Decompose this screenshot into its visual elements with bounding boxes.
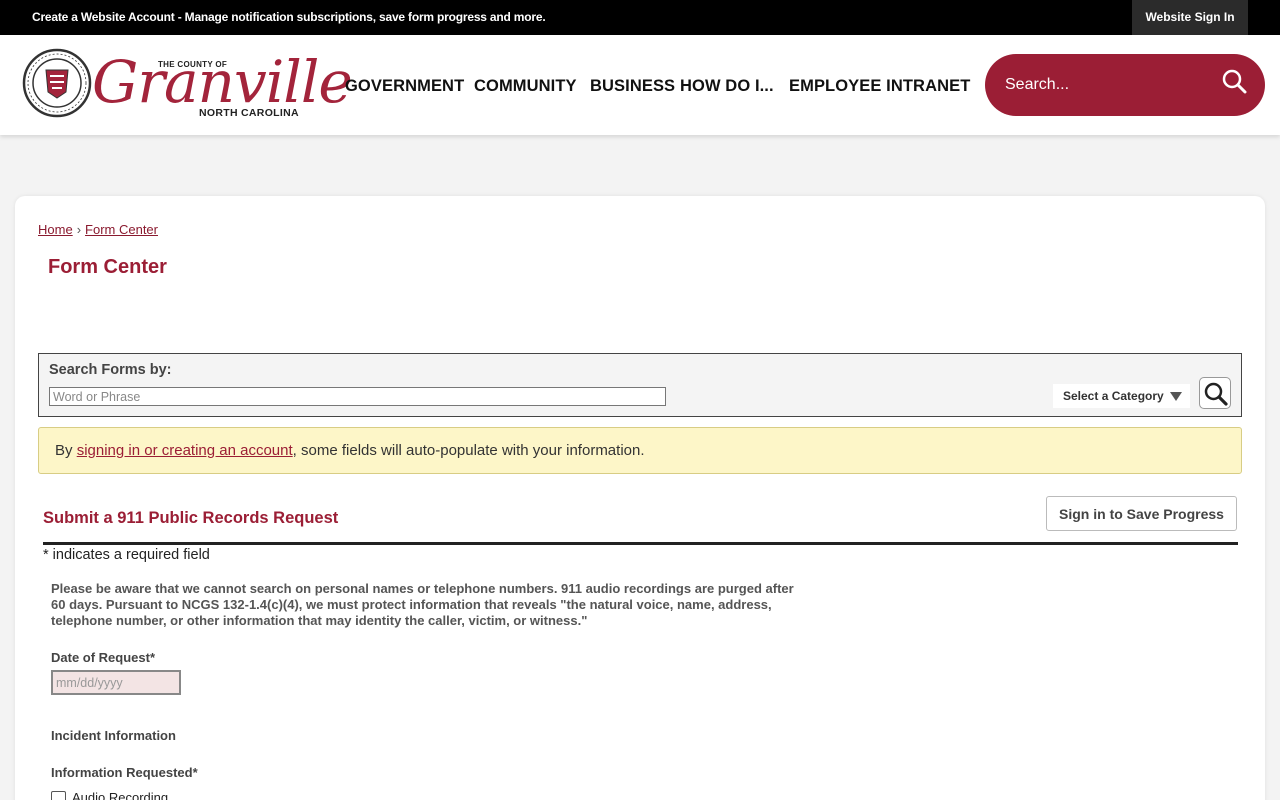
search-forms-button[interactable] (1199, 377, 1231, 409)
search-forms-label: Search Forms by: (49, 362, 172, 378)
search-icon (1204, 382, 1228, 406)
nav-community[interactable]: COMMUNITY (474, 77, 577, 96)
sign-in-notice: By signing in or creating an account, so… (38, 427, 1242, 474)
nav-government[interactable]: GOVERNMENT (345, 77, 464, 96)
save-progress-button[interactable]: Sign in to Save Progress (1046, 496, 1237, 531)
form-description: Please be aware that we cannot search on… (51, 581, 794, 628)
information-requested-label: Information Requested* (51, 765, 198, 780)
site-search (985, 54, 1265, 116)
notice-prefix: By (55, 442, 77, 459)
website-sign-in-button[interactable]: Website Sign In (1132, 0, 1248, 35)
breadcrumb: Home › Form Center (38, 222, 158, 237)
audio-recording-label: Audio Recording (72, 790, 169, 800)
search-forms-input[interactable] (49, 387, 666, 406)
incident-information-heading: Incident Information (51, 728, 176, 743)
account-message-text: - Manage notification subscriptions, sav… (174, 10, 546, 24)
form-title: Submit a 911 Public Records Request (43, 509, 339, 527)
search-icon[interactable] (1221, 68, 1247, 94)
page-title: Form Center (48, 256, 167, 278)
notice-sign-in-link[interactable]: signing in or creating an account (77, 442, 293, 459)
county-seal-icon[interactable] (22, 48, 92, 118)
category-select[interactable]: Select a Category (1053, 384, 1190, 408)
dropdown-arrow-icon (1170, 392, 1182, 401)
site-header: THE COUNTY OF Granville NORTH CAROLINA G… (0, 35, 1280, 135)
account-message: Create a Website Account - Manage notifi… (32, 10, 546, 24)
nav-business[interactable]: BUSINESS (590, 77, 675, 96)
date-of-request-input[interactable] (51, 670, 181, 695)
create-account-link[interactable]: Create a Website Account (32, 10, 175, 24)
category-select-label: Select a Category (1063, 389, 1164, 403)
date-of-request-label: Date of Request* (51, 650, 156, 665)
audio-recording-checkbox[interactable] (51, 791, 66, 800)
form-title-divider (43, 542, 1238, 545)
logo-north-carolina: NORTH CAROLINA (199, 107, 299, 119)
form-search-box: Search Forms by: Select a Category (38, 353, 1242, 417)
top-bar: Create a Website Account - Manage notifi… (0, 0, 1280, 35)
breadcrumb-form-center[interactable]: Form Center (85, 222, 158, 237)
breadcrumb-home[interactable]: Home (38, 222, 73, 237)
notice-suffix: , some fields will auto-populate with yo… (292, 442, 645, 459)
nav-employee-intranet[interactable]: EMPLOYEE INTRANET (789, 77, 970, 96)
site-search-input[interactable] (1005, 73, 1205, 97)
required-field-note: * indicates a required field (43, 547, 210, 563)
breadcrumb-separator: › (76, 222, 82, 237)
nav-how-do-i[interactable]: HOW DO I... (680, 77, 774, 96)
